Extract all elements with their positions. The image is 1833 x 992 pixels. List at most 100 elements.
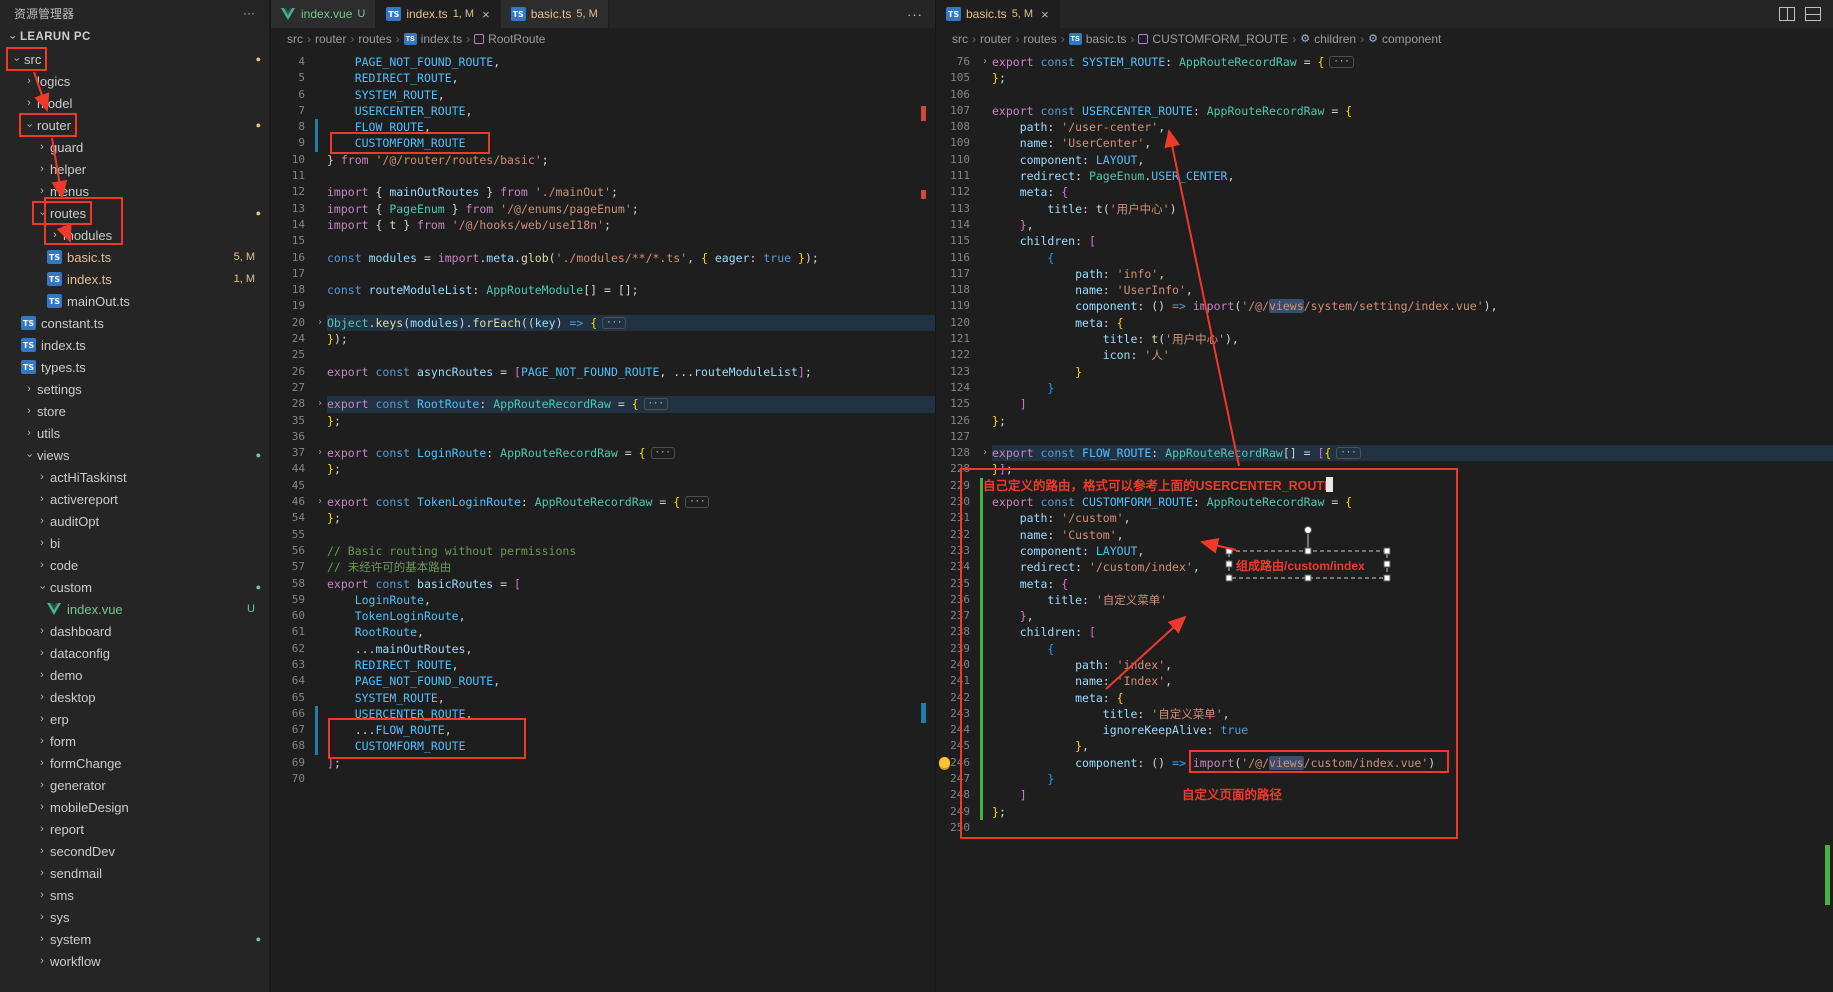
code-line-content[interactable]: export const TokenLoginRoute: AppRouteRe… [327, 494, 935, 510]
code-line-content[interactable]: }, [992, 608, 1833, 624]
workspace-root[interactable]: › LEARUN PC [0, 26, 269, 48]
tree-item-src[interactable]: ›src● [0, 48, 269, 70]
tree-item-guard[interactable]: ›guard [0, 136, 269, 158]
code-line-24[interactable]: 24}); [271, 331, 935, 347]
code-line-content[interactable] [327, 380, 935, 396]
tree-item-index.ts[interactable]: TSindex.ts1, M [0, 268, 269, 290]
code-line-content[interactable] [992, 478, 1833, 494]
code-line-content[interactable] [327, 168, 935, 184]
code-line-content[interactable]: export const asyncRoutes = [PAGE_NOT_FOU… [327, 364, 935, 380]
folded-code-ellipsis[interactable]: ··· [1336, 447, 1360, 459]
code-line-content[interactable]: name: 'UserCenter', [992, 135, 1833, 151]
code-line-content[interactable]: } [992, 380, 1833, 396]
code-line-content[interactable] [327, 429, 935, 445]
fold-chevron-icon[interactable]: › [978, 54, 992, 70]
code-line-content[interactable]: FLOW_ROUTE, [327, 119, 935, 135]
code-line-content[interactable]: redirect: '/custom/index', [992, 559, 1833, 575]
breadcrumb-item-basic.ts[interactable]: TSbasic.ts [1069, 32, 1127, 46]
tree-item-sms[interactable]: ›sms [0, 884, 269, 906]
code-line-124[interactable]: 124 } [936, 380, 1833, 396]
tree-item-erp[interactable]: ›erp [0, 708, 269, 730]
code-line-250[interactable]: 250 [936, 820, 1833, 836]
code-line-240[interactable]: 240 path: 'index', [936, 657, 1833, 673]
code-line-68[interactable]: 68 CUSTOMFORM_ROUTE [271, 738, 935, 754]
tree-item-workflow[interactable]: ›workflow [0, 950, 269, 972]
code-line-content[interactable] [327, 266, 935, 282]
code-line-content[interactable]: LoginRoute, [327, 592, 935, 608]
code-line-content[interactable]: title: '自定义菜单', [992, 706, 1833, 722]
tree-item-activereport[interactable]: ›activereport [0, 488, 269, 510]
code-line-content[interactable]: USERCENTER_ROUTE, [327, 706, 935, 722]
folded-code-ellipsis[interactable]: ··· [651, 447, 675, 459]
breadcrumb-item-children[interactable]: ⚙children [1300, 32, 1356, 46]
code-line-content[interactable]: path: 'index', [992, 657, 1833, 673]
code-line-content[interactable]: name: 'Custom', [992, 527, 1833, 543]
explorer-more-actions-icon[interactable]: ··· [243, 6, 255, 20]
close-icon[interactable]: × [482, 8, 490, 21]
code-line-content[interactable]: REDIRECT_ROUTE, [327, 70, 935, 86]
code-line-110[interactable]: 110 component: LAYOUT, [936, 152, 1833, 168]
code-line-content[interactable]: path: '/custom', [992, 510, 1833, 526]
code-line-content[interactable] [327, 347, 935, 363]
breadcrumb-item-RootRoute[interactable]: RootRoute [474, 32, 545, 46]
code-line-57[interactable]: 57// 未经许可的基本路由 [271, 559, 935, 575]
code-line-67[interactable]: 67 ...FLOW_ROUTE, [271, 722, 935, 738]
code-line-118[interactable]: 118 name: 'UserInfo', [936, 282, 1833, 298]
tree-item-dashboard[interactable]: ›dashboard [0, 620, 269, 642]
code-line-content[interactable] [992, 87, 1833, 103]
tab-basic.ts[interactable]: TSbasic.ts5, M× [936, 0, 1060, 28]
code-line-58[interactable]: 58export const basicRoutes = [ [271, 576, 935, 592]
tree-item-logics[interactable]: ›logics [0, 70, 269, 92]
code-line-content[interactable]: // Basic routing without permissions [327, 543, 935, 559]
code-line-15[interactable]: 15 [271, 233, 935, 249]
code-line-13[interactable]: 13import { PageEnum } from '/@/enums/pag… [271, 201, 935, 217]
code-line-5[interactable]: 5 REDIRECT_ROUTE, [271, 70, 935, 86]
code-line-20[interactable]: 20›Object.keys(modules).forEach((key) =>… [271, 315, 935, 331]
code-line-content[interactable]: SYSTEM_ROUTE, [327, 690, 935, 706]
lightbulb-icon[interactable] [939, 757, 950, 768]
code-line-content[interactable]: ignoreKeepAlive: true [992, 722, 1833, 738]
code-line-content[interactable]: component: () => import('/@/views/custom… [992, 755, 1833, 771]
code-line-content[interactable]: meta: { [992, 184, 1833, 200]
code-line-45[interactable]: 45 [271, 478, 935, 494]
code-line-37[interactable]: 37›export const LoginRoute: AppRouteReco… [271, 445, 935, 461]
code-line-231[interactable]: 231 path: '/custom', [936, 510, 1833, 526]
tree-item-router[interactable]: ›router● [0, 114, 269, 136]
code-line-content[interactable]: name: 'Index', [992, 673, 1833, 689]
code-line-content[interactable]: }, [992, 738, 1833, 754]
code-line-237[interactable]: 237 }, [936, 608, 1833, 624]
code-line-62[interactable]: 62 ...mainOutRoutes, [271, 641, 935, 657]
code-line-12[interactable]: 12import { mainOutRoutes } from './mainO… [271, 184, 935, 200]
code-line-content[interactable]: import { PageEnum } from '/@/enums/pageE… [327, 201, 935, 217]
tree-item-views[interactable]: ›views● [0, 444, 269, 466]
code-line-content[interactable]: }]; [992, 461, 1833, 477]
code-line-content[interactable]: title: t('用户中心'), [992, 331, 1833, 347]
code-line-content[interactable] [327, 298, 935, 314]
code-line-content[interactable]: export const SYSTEM_ROUTE: AppRouteRecor… [992, 54, 1833, 70]
code-line-10[interactable]: 10} from '/@/router/routes/basic'; [271, 152, 935, 168]
split-editor-icon[interactable] [1779, 7, 1795, 21]
code-line-content[interactable]: icon: '人' [992, 347, 1833, 363]
code-line-content[interactable] [992, 820, 1833, 836]
code-line-55[interactable]: 55 [271, 527, 935, 543]
code-line-content[interactable]: export const FLOW_ROUTE: AppRouteRecordR… [992, 445, 1833, 461]
code-line-content[interactable]: path: 'info', [992, 266, 1833, 282]
tree-item-model[interactable]: ›model [0, 92, 269, 114]
folded-code-ellipsis[interactable]: ··· [685, 496, 709, 508]
code-line-content[interactable]: Object.keys(modules).forEach((key) => {·… [327, 315, 935, 331]
code-line-content[interactable]: meta: { [992, 315, 1833, 331]
code-line-content[interactable]: title: '自定义菜单' [992, 592, 1833, 608]
code-line-content[interactable]: REDIRECT_ROUTE, [327, 657, 935, 673]
code-line-111[interactable]: 111 redirect: PageEnum.USER_CENTER, [936, 168, 1833, 184]
code-line-content[interactable] [327, 478, 935, 494]
code-line-125[interactable]: 125 ] [936, 396, 1833, 412]
code-line-content[interactable]: { [992, 250, 1833, 266]
tab-index.vue[interactable]: index.vueU [271, 0, 376, 28]
tree-item-basic.ts[interactable]: TSbasic.ts5, M [0, 246, 269, 268]
tree-item-secondDev[interactable]: ›secondDev [0, 840, 269, 862]
code-line-105[interactable]: 105}; [936, 70, 1833, 86]
code-line-235[interactable]: 235 meta: { [936, 576, 1833, 592]
code-line-content[interactable]: PAGE_NOT_FOUND_ROUTE, [327, 673, 935, 689]
code-line-8[interactable]: 8 FLOW_ROUTE, [271, 119, 935, 135]
code-line-25[interactable]: 25 [271, 347, 935, 363]
